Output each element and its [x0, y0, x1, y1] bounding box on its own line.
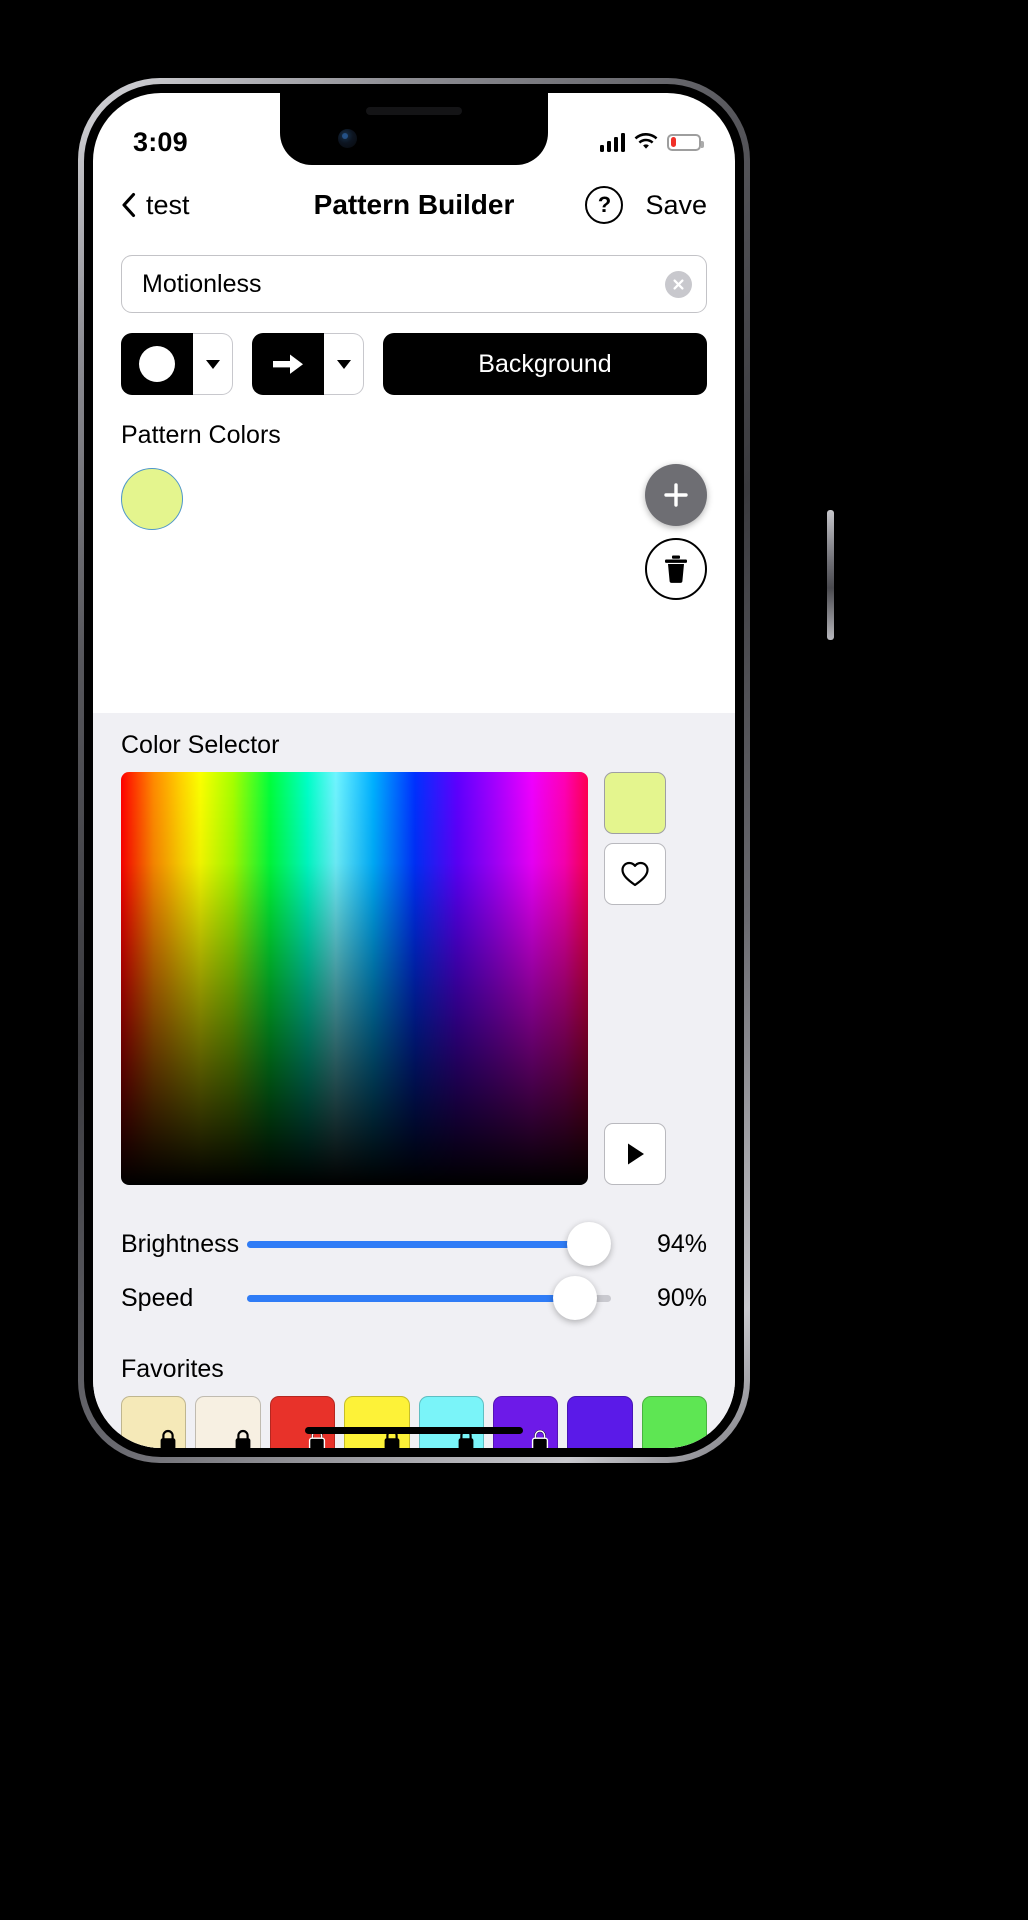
current-color-preview[interactable]	[604, 772, 666, 834]
battery-low-icon	[667, 133, 704, 151]
slider-control[interactable]	[247, 1271, 611, 1325]
slider-row: Speed 90%	[121, 1271, 707, 1325]
shape-select-button[interactable]	[121, 333, 233, 395]
status-bar: 3:09	[93, 93, 735, 169]
color-selector-panel: Color Selector Brightness 94% Speed 90% …	[93, 713, 735, 1448]
color-picker-sidebar	[604, 772, 666, 1185]
pattern-color-actions	[645, 464, 707, 600]
navigation-bar: test Pattern Builder ? Save	[93, 169, 735, 241]
phone-bezel: 3:09 test Pattern Builder ? Save Motionl…	[84, 84, 744, 1457]
pattern-settings-panel: Motionless Background Pattern Colors	[93, 241, 735, 636]
lock-icon	[530, 1429, 550, 1448]
clear-circle-icon[interactable]	[665, 270, 692, 298]
favorite-swatch[interactable]	[418, 1396, 484, 1448]
circle-shape-icon[interactable]	[121, 333, 193, 395]
color-picker-row	[121, 772, 707, 1185]
slider-row: Brightness 94%	[121, 1217, 707, 1271]
favorite-swatch[interactable]	[195, 1396, 261, 1448]
slider-fill	[247, 1240, 590, 1248]
power-button[interactable]	[827, 510, 834, 640]
favorite-swatch[interactable]	[344, 1396, 410, 1448]
question-mark-circle-icon[interactable]: ?	[585, 186, 624, 224]
save-button[interactable]: Save	[645, 190, 707, 221]
pattern-name-field[interactable]: Motionless	[121, 255, 707, 313]
lock-icon	[233, 1429, 253, 1448]
slider-label: Brightness	[121, 1229, 240, 1258]
pattern-colors-row	[121, 464, 707, 616]
trash-icon[interactable]	[645, 538, 707, 600]
slider-fill	[247, 1294, 575, 1302]
background-button[interactable]: Background	[383, 333, 707, 395]
nav-actions: ? Save	[585, 186, 707, 224]
slider-value: 94%	[656, 1229, 707, 1258]
back-button[interactable]: test	[121, 190, 190, 221]
phone-screen: 3:09 test Pattern Builder ? Save Motionl…	[93, 93, 735, 1448]
direction-select-button[interactable]	[252, 333, 364, 395]
favorites-grid	[121, 1396, 707, 1448]
screenshot-root: 3:09 test Pattern Builder ? Save Motionl…	[0, 0, 1028, 1920]
pattern-colors-label: Pattern Colors	[121, 421, 281, 449]
cellular-bars-icon	[599, 132, 625, 152]
slider-knob[interactable]	[552, 1276, 597, 1320]
heart-outline-icon[interactable]	[604, 843, 666, 905]
favorite-swatch[interactable]	[567, 1396, 633, 1448]
phone-frame: 3:09 test Pattern Builder ? Save Motionl…	[78, 78, 834, 1463]
favorite-swatch[interactable]	[492, 1396, 559, 1448]
pattern-color-swatch[interactable]	[121, 468, 183, 530]
pattern-name-value: Motionless	[142, 269, 262, 298]
plus-circle-icon[interactable]	[645, 464, 707, 526]
chevron-left-icon	[121, 192, 136, 218]
favorites-label: Favorites	[121, 1355, 224, 1383]
back-button-label: test	[146, 189, 190, 220]
arrow-right-icon[interactable]	[252, 333, 324, 395]
play-triangle-icon[interactable]	[604, 1123, 666, 1185]
slider-control[interactable]	[247, 1217, 612, 1271]
lock-icon	[158, 1429, 178, 1448]
wifi-icon	[634, 133, 658, 151]
color-selector-label: Color Selector	[121, 731, 280, 759]
pattern-toolbar: Background	[121, 333, 707, 395]
home-indicator[interactable]	[305, 1427, 523, 1434]
slider-value: 90%	[656, 1283, 707, 1312]
direction-dropdown-chevron-down-icon[interactable]	[324, 333, 364, 395]
slider-knob[interactable]	[567, 1222, 612, 1266]
slider-list: Brightness 94% Speed 90%	[121, 1217, 707, 1325]
favorite-swatch[interactable]	[269, 1396, 336, 1448]
color-gradient-picker[interactable]	[121, 772, 588, 1185]
pattern-color-swatch-list	[121, 464, 183, 530]
favorite-swatch[interactable]	[641, 1396, 707, 1448]
status-clock: 3:09	[133, 126, 188, 157]
shape-dropdown-chevron-down-icon[interactable]	[193, 333, 233, 395]
slider-track[interactable]	[247, 1240, 611, 1248]
status-indicators	[599, 132, 704, 152]
slider-label: Speed	[121, 1283, 194, 1312]
favorite-swatch[interactable]	[121, 1396, 187, 1448]
